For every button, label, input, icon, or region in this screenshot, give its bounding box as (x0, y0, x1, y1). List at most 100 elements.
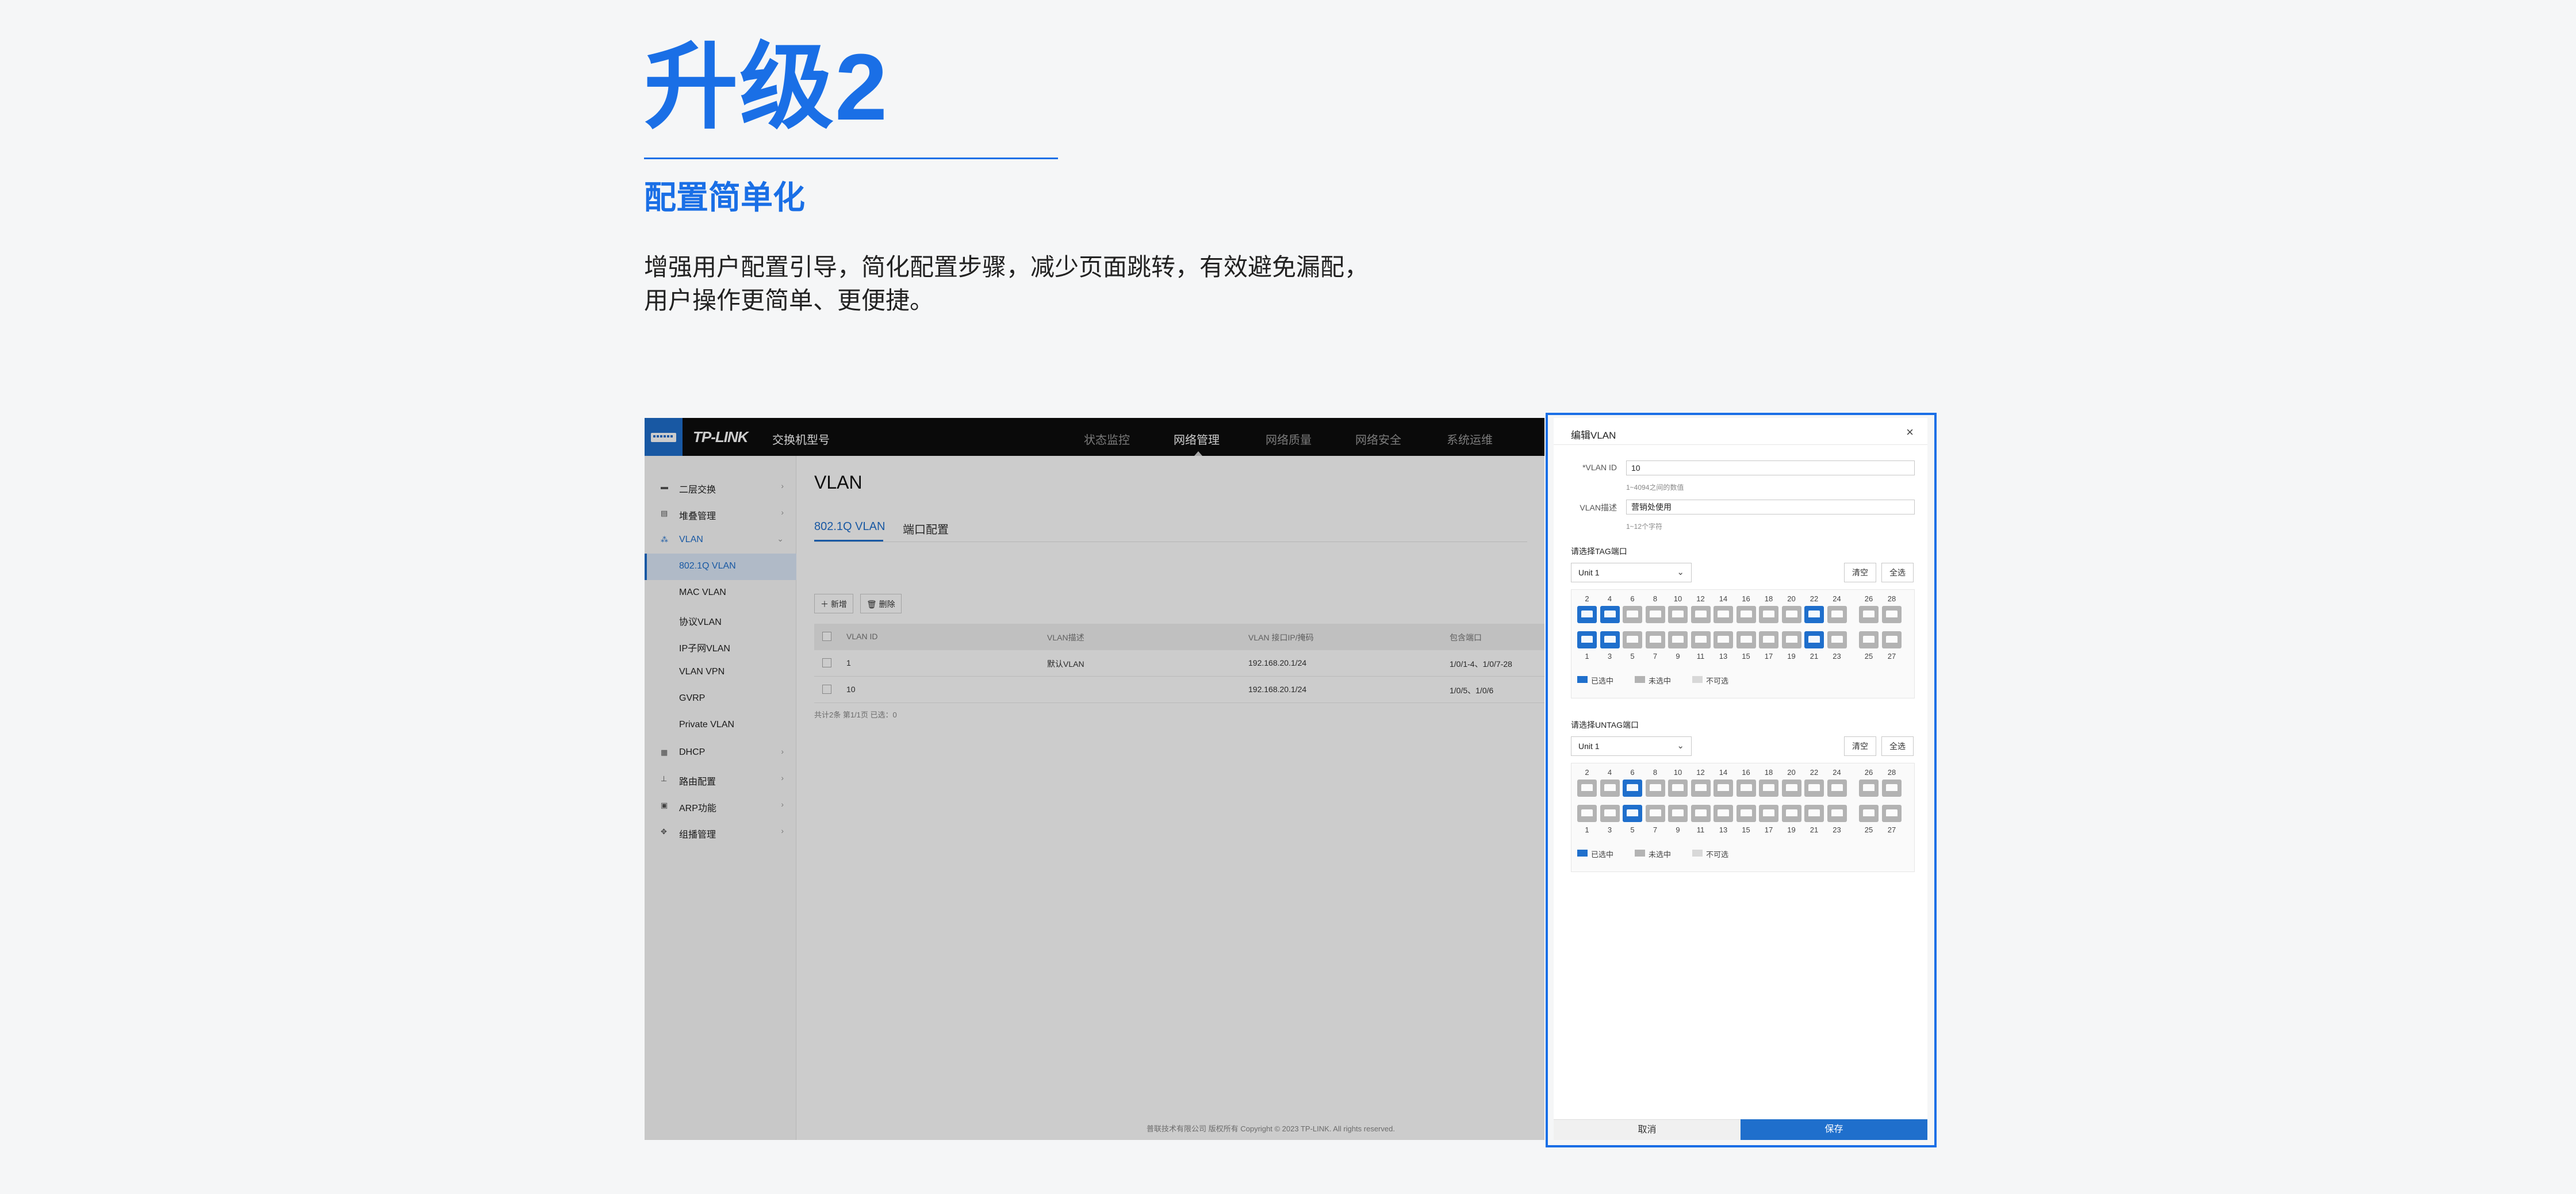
legend-disabled-swatch (1692, 676, 1703, 683)
port-5-icon[interactable] (1623, 631, 1642, 648)
port-11-icon[interactable] (1690, 631, 1711, 648)
port-4-icon[interactable] (1600, 606, 1620, 623)
port-20-icon[interactable] (1781, 780, 1801, 797)
port-number-label: 26 (1864, 594, 1873, 603)
port-7-icon[interactable] (1645, 631, 1665, 648)
port-9-icon[interactable] (1668, 631, 1688, 648)
untag-clear-button[interactable]: 清空 (1844, 736, 1876, 756)
close-icon[interactable]: × (1906, 425, 1914, 440)
port-11-icon[interactable] (1690, 805, 1711, 822)
port-17-icon[interactable] (1759, 805, 1778, 822)
port-number-label: 26 (1864, 768, 1873, 777)
chevron-down-icon: ⌄ (1677, 741, 1684, 751)
hero-description: 增强用户配置引导，简化配置步骤，减少页面跳转，有效避免漏配， 用户操作更简单、更… (644, 251, 1449, 317)
port-1-icon[interactable] (1577, 631, 1597, 648)
port-25-icon[interactable] (1859, 805, 1879, 822)
port-number-label: 19 (1787, 652, 1796, 661)
port-number-label: 23 (1833, 652, 1841, 661)
vlan-id-label: *VLAN ID (1582, 463, 1617, 472)
port-28-icon[interactable] (1882, 780, 1902, 797)
port-15-icon[interactable] (1736, 631, 1756, 648)
port-number-label: 21 (1810, 652, 1819, 661)
legend-unselected-swatch (1635, 676, 1645, 683)
port-6-icon[interactable] (1623, 606, 1642, 623)
port-number-label: 17 (1764, 652, 1773, 661)
cancel-button[interactable]: 取消 (1554, 1119, 1741, 1140)
tag-clear-button[interactable]: 清空 (1844, 563, 1876, 582)
port-19-icon[interactable] (1781, 631, 1801, 648)
port-number-label: 7 (1653, 652, 1658, 661)
port-number-label: 3 (1607, 652, 1612, 661)
port-28-icon[interactable] (1882, 606, 1902, 623)
port-number-label: 18 (1764, 594, 1773, 603)
port-number-label: 9 (1676, 652, 1680, 661)
port-number-label: 27 (1887, 652, 1896, 661)
port-number-label: 1 (1585, 652, 1589, 661)
port-27-icon[interactable] (1882, 805, 1902, 822)
port-23-icon[interactable] (1827, 631, 1847, 648)
port-number-label: 15 (1742, 652, 1750, 661)
port-22-icon[interactable] (1804, 780, 1824, 797)
port-15-icon[interactable] (1736, 805, 1756, 822)
port-18-icon[interactable] (1759, 780, 1778, 797)
port-25-icon[interactable] (1859, 631, 1879, 648)
port-number-label: 16 (1742, 768, 1750, 777)
port-16-icon[interactable] (1736, 606, 1756, 623)
tag-unit-select[interactable]: Unit 1 ⌄ (1571, 563, 1692, 582)
port-22-icon[interactable] (1804, 606, 1824, 623)
port-23-icon[interactable] (1827, 805, 1847, 822)
port-12-icon[interactable] (1690, 780, 1711, 797)
port-8-icon[interactable] (1645, 780, 1665, 797)
port-number-label: 12 (1696, 594, 1705, 603)
port-2-icon[interactable] (1577, 606, 1597, 623)
legend-unselected-swatch (1635, 850, 1645, 857)
vlan-desc-input[interactable] (1626, 500, 1915, 515)
port-8-icon[interactable] (1645, 606, 1665, 623)
port-3-icon[interactable] (1600, 631, 1620, 648)
port-24-icon[interactable] (1827, 606, 1847, 623)
port-number-label: 3 (1607, 826, 1612, 834)
port-10-icon[interactable] (1668, 606, 1688, 623)
port-number-label: 2 (1585, 768, 1589, 777)
port-13-icon[interactable] (1713, 631, 1733, 648)
port-17-icon[interactable] (1759, 631, 1778, 648)
tag-unit-value: Unit 1 (1578, 568, 1600, 577)
port-9-icon[interactable] (1668, 805, 1688, 822)
port-7-icon[interactable] (1645, 805, 1665, 822)
port-21-icon[interactable] (1804, 805, 1824, 822)
port-6-icon[interactable] (1623, 780, 1642, 797)
port-number-label: 5 (1630, 826, 1635, 834)
port-14-icon[interactable] (1713, 606, 1733, 623)
untag-port-panel: 2 4 6 8 10 12 14 16 18 20 22 24 26 28 1 3 5 7 9 11 13 15 17 19 2… (1571, 763, 1915, 872)
port-20-icon[interactable] (1781, 606, 1801, 623)
untag-select-all-button[interactable]: 全选 (1881, 736, 1914, 756)
port-10-icon[interactable] (1668, 780, 1688, 797)
port-4-icon[interactable] (1600, 780, 1620, 797)
port-21-icon[interactable] (1804, 631, 1824, 648)
port-number-label: 18 (1764, 768, 1773, 777)
port-5-icon[interactable] (1623, 805, 1642, 822)
port-26-icon[interactable] (1859, 606, 1879, 623)
modal-overlay[interactable] (645, 418, 1544, 1140)
port-24-icon[interactable] (1827, 780, 1847, 797)
port-13-icon[interactable] (1713, 805, 1733, 822)
port-19-icon[interactable] (1781, 805, 1801, 822)
port-14-icon[interactable] (1713, 780, 1733, 797)
port-26-icon[interactable] (1859, 780, 1879, 797)
port-18-icon[interactable] (1759, 606, 1778, 623)
port-number-label: 21 (1810, 826, 1819, 834)
port-3-icon[interactable] (1600, 805, 1620, 822)
tag-select-all-button[interactable]: 全选 (1881, 563, 1914, 582)
dialog-title: 编辑VLAN (1571, 430, 1616, 441)
untag-unit-select[interactable]: Unit 1 ⌄ (1571, 736, 1692, 756)
port-number-label: 24 (1833, 594, 1841, 603)
port-12-icon[interactable] (1690, 606, 1711, 623)
port-number-label: 6 (1630, 594, 1635, 603)
port-2-icon[interactable] (1577, 780, 1597, 797)
port-27-icon[interactable] (1882, 631, 1902, 648)
chevron-down-icon: ⌄ (1677, 567, 1684, 577)
save-button[interactable]: 保存 (1741, 1119, 1927, 1140)
vlan-id-input[interactable] (1626, 460, 1915, 475)
port-1-icon[interactable] (1577, 805, 1597, 822)
port-16-icon[interactable] (1736, 780, 1756, 797)
